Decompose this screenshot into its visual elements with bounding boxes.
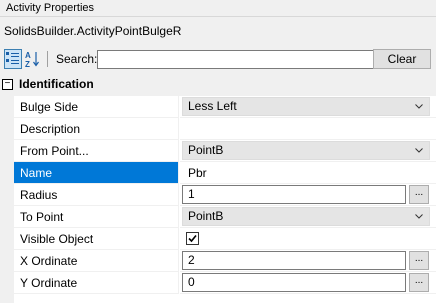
toolbar-separator — [47, 51, 48, 67]
collapse-toggle-icon[interactable]: − — [2, 79, 13, 90]
from-point-dropdown[interactable]: PointB — [182, 141, 430, 160]
y-ordinate-ellipsis-button[interactable]: ... — [409, 273, 429, 292]
property-row-x-ordinate[interactable]: X Ordinate 2 ... — [14, 250, 436, 272]
property-name: Bulge Side — [14, 96, 179, 118]
chevron-down-icon[interactable] — [415, 104, 423, 109]
grid-gutter — [0, 74, 14, 303]
selected-object-name: SolidsBuilder.ActivityPointBulgeR — [4, 24, 182, 38]
property-name: Y Ordinate — [14, 272, 179, 294]
property-value-cell[interactable] — [180, 118, 436, 140]
property-value-cell[interactable]: 1 ... — [180, 184, 436, 206]
input-value: 2 — [188, 253, 195, 267]
checkmark-icon — [188, 234, 197, 243]
property-name: Radius — [14, 184, 179, 206]
property-value-cell[interactable]: PointB — [180, 140, 436, 162]
group-divider — [0, 16, 436, 17]
name-value[interactable]: Pbr — [188, 162, 207, 184]
property-toolbar: A Z Search: Clear — [0, 48, 436, 72]
property-value-cell[interactable]: Pbr — [180, 162, 436, 184]
property-value-cell[interactable] — [180, 228, 436, 250]
property-row-bulge-side[interactable]: Bulge Side Less Left — [14, 96, 436, 118]
property-grid: − Identification Bulge Side Less Left De… — [0, 74, 436, 303]
property-name: From Point... — [14, 140, 179, 162]
svg-text:Z: Z — [25, 60, 30, 69]
property-value-cell[interactable]: 2 ... — [180, 250, 436, 272]
property-name: Visible Object — [14, 228, 179, 250]
property-name: X Ordinate — [14, 250, 179, 272]
svg-text:A: A — [25, 51, 31, 60]
category-row-identification[interactable]: − Identification — [0, 74, 436, 96]
to-point-dropdown[interactable]: PointB — [182, 207, 430, 226]
property-row-to-point[interactable]: To Point PointB — [14, 206, 436, 228]
y-ordinate-input[interactable]: 0 — [182, 273, 406, 292]
sort-alphabetical-icon: A Z — [25, 51, 39, 69]
dropdown-value: Less Left — [188, 99, 237, 113]
property-row-y-ordinate[interactable]: Y Ordinate 0 ... — [14, 272, 436, 294]
x-ordinate-input[interactable]: 2 — [182, 251, 406, 270]
category-label: Identification — [19, 77, 94, 91]
property-value-cell[interactable]: 0 ... — [180, 272, 436, 294]
property-value-cell[interactable]: PointB — [180, 206, 436, 228]
property-name: To Point — [14, 206, 179, 228]
property-row-visible-object[interactable]: Visible Object — [14, 228, 436, 250]
property-row-from-point[interactable]: From Point... PointB — [14, 140, 436, 162]
search-input[interactable] — [97, 50, 375, 69]
dropdown-value: PointB — [188, 209, 224, 223]
property-row-name[interactable]: Name Pbr — [14, 162, 436, 184]
categorized-view-icon — [6, 52, 19, 64]
dropdown-value: PointB — [188, 143, 224, 157]
clear-button[interactable]: Clear — [373, 49, 431, 69]
bulge-side-dropdown[interactable]: Less Left — [182, 97, 430, 116]
property-row-radius[interactable]: Radius 1 ... — [14, 184, 436, 206]
panel-title: Activity Properties — [6, 2, 95, 14]
property-row-description[interactable]: Description — [14, 118, 436, 140]
property-name: Description — [14, 118, 179, 140]
categorized-view-button[interactable] — [4, 49, 22, 69]
property-name: Name — [14, 162, 179, 184]
input-value: 0 — [188, 275, 195, 289]
chevron-down-icon[interactable] — [415, 214, 423, 219]
chevron-down-icon[interactable] — [415, 148, 423, 153]
property-value-cell[interactable]: Less Left — [180, 96, 436, 118]
search-label: Search: — [56, 52, 98, 66]
radius-ellipsis-button[interactable]: ... — [409, 185, 429, 204]
input-value: 1 — [188, 187, 195, 201]
radius-input[interactable]: 1 — [182, 185, 406, 204]
x-ordinate-ellipsis-button[interactable]: ... — [409, 251, 429, 270]
alphabetical-sort-button[interactable]: A Z — [24, 49, 42, 69]
visible-object-checkbox[interactable] — [186, 232, 199, 245]
